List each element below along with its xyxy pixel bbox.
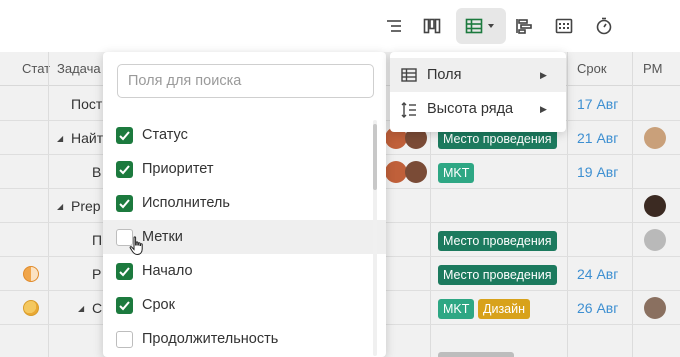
field-option-duration[interactable]: Продолжительность bbox=[103, 322, 386, 356]
check-icon bbox=[119, 267, 130, 277]
table-view-icon bbox=[465, 18, 494, 34]
checkbox-checked[interactable] bbox=[116, 161, 133, 178]
tag-badge[interactable]: Дизайн bbox=[478, 299, 531, 319]
task-name[interactable]: Prep bbox=[71, 189, 101, 223]
assignee-avatar[interactable] bbox=[405, 161, 427, 183]
field-option-label: Статус bbox=[142, 127, 188, 143]
tag-badge[interactable]: Место проведения bbox=[438, 129, 557, 149]
status-indicator[interactable] bbox=[23, 266, 39, 282]
task-name[interactable]: В bbox=[92, 155, 101, 189]
task-name[interactable]: П bbox=[92, 223, 102, 257]
due-date[interactable]: 21 Авг bbox=[577, 121, 618, 155]
view-toolbar bbox=[0, 0, 680, 52]
due-date[interactable]: 19 Авг bbox=[577, 155, 618, 189]
pm-avatar[interactable] bbox=[644, 297, 666, 319]
list-view-button[interactable] bbox=[376, 8, 412, 44]
fields-search-input[interactable] bbox=[117, 64, 374, 98]
field-option-label: Приоритет bbox=[142, 161, 214, 177]
tag-badge[interactable] bbox=[438, 352, 514, 357]
checkbox-checked[interactable] bbox=[116, 195, 133, 212]
collapse-caret-icon[interactable]: ◢ bbox=[57, 202, 63, 211]
status-indicator[interactable] bbox=[23, 300, 39, 316]
field-option-status[interactable]: Статус bbox=[103, 118, 386, 152]
gantt-view-icon bbox=[516, 19, 532, 34]
calendar-view-icon bbox=[555, 18, 573, 34]
checkbox-checked[interactable] bbox=[116, 263, 133, 280]
tag-badge[interactable]: MKT bbox=[438, 299, 475, 319]
table-view-button[interactable] bbox=[456, 8, 506, 44]
check-icon bbox=[119, 301, 130, 311]
collapse-caret-icon[interactable]: ◢ bbox=[78, 304, 84, 313]
pm-avatar[interactable] bbox=[644, 229, 666, 251]
fields-scrollbar[interactable] bbox=[373, 124, 377, 190]
field-option-label: Метки bbox=[142, 229, 183, 245]
field-option-start[interactable]: Начало bbox=[103, 254, 386, 288]
due-date[interactable]: 24 Авг bbox=[577, 257, 618, 291]
gantt-view-button[interactable] bbox=[506, 8, 542, 44]
board-view-button[interactable] bbox=[414, 8, 450, 44]
field-option-tags[interactable]: Метки bbox=[103, 220, 386, 256]
field-option-label: Начало bbox=[142, 263, 193, 279]
tag-badge[interactable]: Место проведения bbox=[438, 231, 557, 251]
table-icon bbox=[401, 68, 417, 82]
checkbox-unchecked[interactable] bbox=[116, 331, 133, 348]
calendar-view-button[interactable] bbox=[546, 8, 582, 44]
column-header-task[interactable]: Задача bbox=[57, 52, 103, 86]
field-option-label: Исполнитель bbox=[142, 195, 230, 211]
task-name[interactable]: Найт bbox=[71, 121, 103, 155]
pm-avatar[interactable] bbox=[644, 195, 666, 217]
tag-badge[interactable]: MKT bbox=[438, 163, 475, 183]
tag-badge[interactable]: Место проведения bbox=[438, 265, 557, 285]
field-option-label: Срок bbox=[142, 297, 175, 313]
checkbox-checked[interactable] bbox=[116, 127, 133, 144]
timer-view-button[interactable] bbox=[586, 8, 622, 44]
task-name[interactable]: Пост bbox=[71, 87, 102, 121]
task-name[interactable]: С bbox=[92, 291, 102, 325]
field-option-label: Продолжительность bbox=[142, 331, 279, 347]
due-date[interactable]: 26 Авг bbox=[577, 291, 618, 325]
collapse-caret-icon[interactable]: ◢ bbox=[57, 134, 63, 143]
checkbox-checked[interactable] bbox=[116, 297, 133, 314]
task-name[interactable]: Р bbox=[92, 257, 101, 291]
column-header-pm[interactable]: PM bbox=[643, 52, 673, 86]
menu-item-label: Высота ряда bbox=[427, 101, 514, 117]
submenu-arrow-icon: ▶ bbox=[540, 104, 547, 114]
check-icon bbox=[119, 131, 130, 141]
list-view-icon bbox=[387, 20, 401, 32]
menu-item-row-height[interactable]: Высота ряда ▶ bbox=[390, 92, 566, 126]
fields-dropdown: Статус Приоритет Исполнитель Метки Начал… bbox=[103, 52, 386, 357]
hand-cursor-icon bbox=[129, 236, 143, 256]
field-option-priority[interactable]: Приоритет bbox=[103, 152, 386, 186]
column-header-due[interactable]: Срок bbox=[577, 52, 627, 86]
menu-item-fields[interactable]: Поля ▶ bbox=[390, 58, 566, 92]
check-icon bbox=[119, 165, 130, 175]
due-date[interactable]: 17 Авг bbox=[577, 87, 618, 121]
pm-avatar[interactable] bbox=[644, 127, 666, 149]
row-height-icon bbox=[401, 102, 416, 118]
menu-item-label: Поля bbox=[427, 67, 462, 83]
check-icon bbox=[119, 199, 130, 209]
field-option-due[interactable]: Срок bbox=[103, 288, 386, 322]
view-settings-menu: Поля ▶ Высота ряда ▶ bbox=[390, 52, 566, 132]
board-view-icon bbox=[423, 18, 441, 34]
assignee-avatar[interactable] bbox=[385, 161, 407, 183]
timer-icon bbox=[596, 17, 612, 35]
submenu-arrow-icon: ▶ bbox=[540, 70, 547, 80]
field-option-assignee[interactable]: Исполнитель bbox=[103, 186, 386, 220]
